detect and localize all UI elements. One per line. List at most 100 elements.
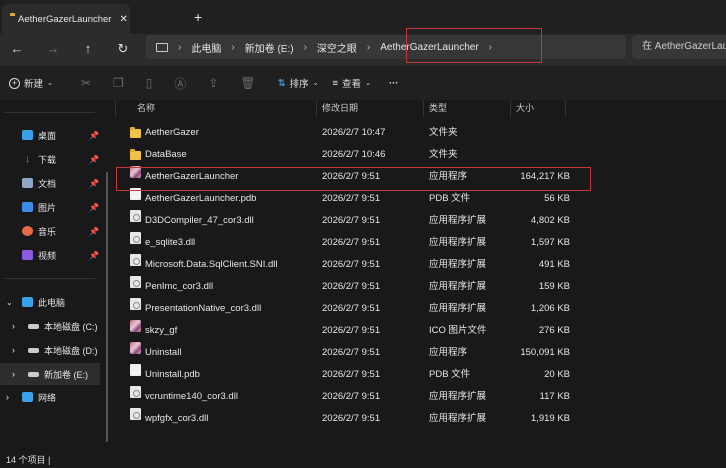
picture-icon: [22, 202, 33, 212]
label: 视频: [38, 250, 57, 261]
file-row[interactable]: e_sqlite3.dll 2026/2/7 9:51 应用程序扩展 1,597 KB: [116, 232, 586, 254]
sidebar-item-downloads[interactable]: ↓ 下载 📌: [0, 148, 105, 170]
paste-icon[interactable]: ▯: [146, 76, 153, 90]
file-date: 2026/2/7 9:51: [322, 347, 381, 358]
file-name: skzy_gf: [145, 325, 178, 336]
file-size: 117 KB: [539, 391, 570, 402]
file-icon: [130, 364, 141, 376]
file-name: vcruntime140_cor3.dll: [145, 391, 238, 402]
sidebar-item-pictures[interactable]: 图片 📌: [0, 196, 105, 218]
file-type: ICO 图片文件: [429, 325, 487, 336]
file-row[interactable]: wpfgfx_cor3.dll 2026/2/7 9:51 应用程序扩展 1,919 …: [116, 408, 586, 430]
file-name: PenImc_cor3.dll: [145, 281, 214, 292]
label: 桌面: [38, 130, 57, 141]
file-date: 2026/2/7 9:51: [322, 259, 381, 270]
sidebar-item-documents[interactable]: 文档 📌: [0, 172, 105, 194]
sidebar-item-music[interactable]: 音乐 📌: [0, 220, 105, 242]
file-row[interactable]: Uninstall 2026/2/7 9:51 应用程序 150,091 KB: [116, 342, 586, 364]
up-button[interactable]: ↑: [78, 39, 98, 59]
file-date: 2026/2/7 9:51: [322, 237, 381, 248]
sidebar-item-videos[interactable]: 视频 📌: [0, 244, 105, 266]
more-button[interactable]: ···: [389, 78, 399, 89]
pin-icon: 📌: [89, 154, 99, 164]
file-date: 2026/2/7 9:51: [322, 391, 381, 402]
pin-icon: 📌: [89, 226, 99, 236]
file-size: 20 KB: [544, 369, 570, 380]
breadcrumb-drive-e[interactable]: 新加卷 (E:): [245, 40, 294, 55]
file-row[interactable]: PresentationNative_cor3.dll 2026/2/7 9:51…: [116, 298, 586, 320]
file-name: Uninstall.pdb: [145, 369, 200, 380]
sidebar-item-drive-d[interactable]: › 本地磁盘 (D:): [0, 339, 105, 361]
new-tab-button[interactable]: +: [194, 9, 202, 25]
column-header-name[interactable]: 名称: [137, 100, 155, 117]
pin-icon: 📌: [89, 178, 99, 188]
breadcrumb-this-pc[interactable]: 此电脑: [191, 40, 221, 55]
file-row[interactable]: vcruntime140_cor3.dll 2026/2/7 9:51 应用程序扩展…: [116, 386, 586, 408]
navigation-pane: 桌面 📌 ↓ 下载 📌 文档 📌 图片 📌 音乐 📌 视频 📌 ⌄ 此电脑 › 本地磁盘 (C:)…: [0, 100, 112, 456]
file-row[interactable]: skzy_gf 2026/2/7 9:51 ICO 图片文件 276 KB: [116, 320, 586, 342]
column-header-type[interactable]: 类型: [429, 100, 447, 117]
cut-icon[interactable]: ✂: [81, 76, 91, 90]
file-row[interactable]: AetherGazerLauncher.pdb 2026/2/7 9:51 PDB …: [116, 188, 586, 210]
sidebar-item-drive-e[interactable]: › 新加卷 (E:): [0, 363, 100, 385]
dll-icon: [130, 210, 141, 222]
back-button[interactable]: ←: [7, 39, 27, 59]
label: 本地磁盘 (D:): [44, 345, 98, 356]
file-date: 2026/2/7 9:51: [322, 215, 381, 226]
view-button[interactable]: ≡ 查看 ⌄: [333, 76, 371, 91]
file-row[interactable]: PenImc_cor3.dll 2026/2/7 9:51 应用程序扩展 159 KB: [116, 276, 586, 298]
label: 文档: [38, 178, 57, 189]
file-type: 应用程序扩展: [429, 303, 487, 314]
column-header-size[interactable]: 大小: [516, 100, 534, 117]
sidebar-item-drive-c[interactable]: › 本地磁盘 (C:): [0, 315, 105, 337]
label: 图片: [38, 202, 57, 213]
new-button[interactable]: + 新建 ⌄: [9, 76, 53, 90]
column-header-date[interactable]: 修改日期: [322, 100, 358, 117]
delete-icon[interactable]: 🗑: [240, 76, 255, 90]
tab-bar: AetherGazerLauncher ✕ +: [0, 0, 726, 34]
label: 网络: [38, 392, 57, 403]
file-date: 2026/2/7 9:51: [322, 413, 381, 424]
file-type: 文件夹: [429, 149, 458, 160]
file-date: 2026/2/7 9:51: [322, 369, 381, 380]
close-tab-button[interactable]: ✕: [119, 14, 127, 25]
file-type: PDB 文件: [429, 369, 471, 380]
dll-icon: [130, 386, 141, 398]
sidebar-scrollbar[interactable]: [106, 172, 108, 442]
address-bar[interactable]: › 此电脑 › 新加卷 (E:) › 深空之眼 › AetherGazerLaunch…: [146, 35, 626, 59]
document-icon: [22, 178, 33, 188]
sidebar-item-desktop[interactable]: 桌面 📌: [0, 124, 105, 146]
rename-icon[interactable]: Ⓐ: [174, 75, 186, 92]
file-date: 2026/2/7 10:47: [322, 127, 386, 138]
status-bar: 14 个项目 |: [6, 455, 51, 465]
video-icon: [22, 250, 33, 260]
file-row[interactable]: Uninstall.pdb 2026/2/7 9:51 PDB 文件 20 KB: [116, 364, 586, 386]
label: 本地磁盘 (C:): [44, 321, 98, 332]
share-icon[interactable]: ⇪: [208, 76, 218, 90]
file-size: 1,597 KB: [530, 237, 570, 248]
file-size: 4,802 KB: [530, 215, 570, 226]
plus-circle-icon: +: [9, 77, 20, 89]
drive-icon: [28, 371, 39, 377]
search-input[interactable]: 在 AetherGazerLauncher 中搜索: [632, 35, 726, 59]
file-row[interactable]: D3DCompiler_47_cor3.dll 2026/2/7 9:51 应用程序…: [116, 210, 586, 232]
sort-button[interactable]: ⇅ 排序 ⌄: [278, 76, 319, 91]
refresh-button[interactable]: ↻: [113, 39, 133, 59]
file-name: PresentationNative_cor3.dll: [145, 303, 262, 314]
tab-active[interactable]: AetherGazerLauncher ✕: [2, 4, 130, 34]
file-type: 应用程序扩展: [429, 259, 487, 270]
copy-icon[interactable]: ❐: [113, 76, 124, 90]
file-size: 150,091 KB: [520, 347, 570, 358]
file-row[interactable]: AetherGazer 2026/2/7 10:47 文件夹: [116, 122, 586, 144]
sidebar-item-this-pc[interactable]: ⌄ 此电脑: [0, 291, 105, 313]
sidebar-item-network[interactable]: › 网络: [0, 386, 105, 408]
desktop-icon: [22, 130, 33, 140]
file-row[interactable]: Microsoft.Data.SqlClient.SNI.dll 2026/2/7…: [116, 254, 586, 276]
file-row[interactable]: DataBase 2026/2/7 10:46 文件夹: [116, 144, 586, 166]
file-type: 应用程序扩展: [429, 237, 487, 248]
forward-button[interactable]: →: [43, 39, 63, 59]
label: 新加卷 (E:): [44, 369, 88, 380]
chevron-down-icon: ⌄: [6, 297, 13, 307]
highlight-box-row: [116, 167, 591, 191]
breadcrumb-folder[interactable]: 深空之眼: [317, 40, 357, 55]
